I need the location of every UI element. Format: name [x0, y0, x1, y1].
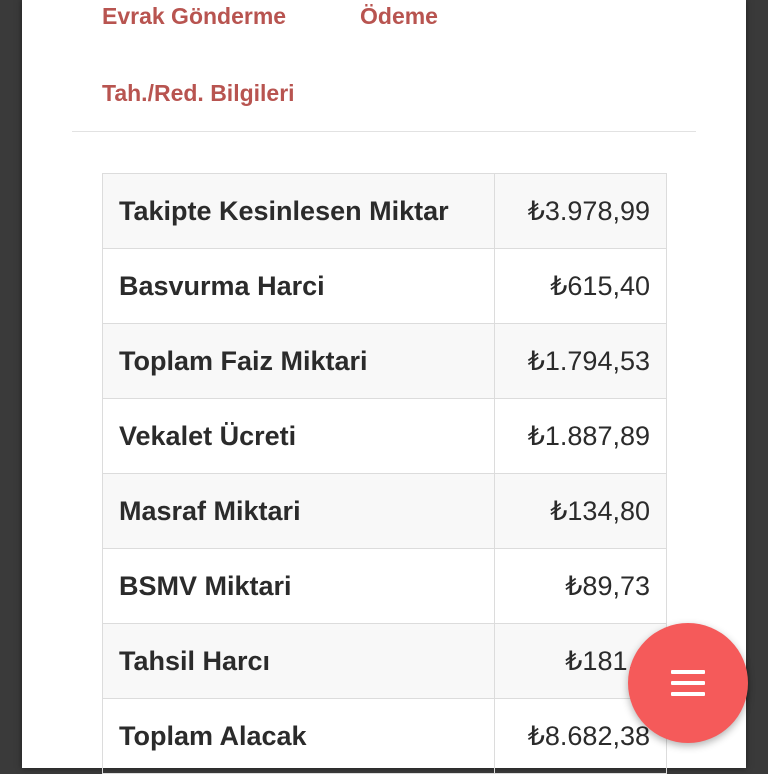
row-label: Toplam Faiz Miktari — [101, 323, 496, 399]
tab-tahsilat-red-bilgileri[interactable]: Tah./Red. Bilgileri — [102, 80, 295, 107]
row-label: BSMV Miktari — [101, 548, 496, 624]
table-row: Toplam Faiz Miktari ₺1.794,53 — [101, 323, 667, 399]
row-label: Vekalet Ücreti — [101, 398, 496, 474]
table-row: Toplam Alacak ₺8.682,38 — [101, 698, 667, 774]
menu-icon-bar — [671, 692, 705, 696]
menu-icon-bar — [671, 670, 705, 674]
table-row: Vekalet Ücreti ₺1.887,89 — [101, 398, 667, 474]
tab-odeme[interactable]: Ödeme — [360, 3, 438, 30]
row-value: ₺1.887,89 — [494, 398, 667, 474]
row-value: ₺89,73 — [494, 548, 667, 624]
tab-links: Evrak Gönderme Ödeme Tah./Red. Bilgileri — [102, 0, 702, 130]
row-value: ₺1.794,53 — [494, 323, 667, 399]
table-row: Takipte Kesinlesen Miktar ₺3.978,99 — [101, 173, 667, 249]
floating-menu-button[interactable] — [628, 623, 748, 743]
amount-summary-table: Takipte Kesinlesen Miktar ₺3.978,99 Basv… — [101, 173, 667, 774]
row-label: Basvurma Harci — [101, 248, 496, 324]
table-row: Masraf Miktari ₺134,80 — [101, 473, 667, 549]
row-label: Masraf Miktari — [101, 473, 496, 549]
table-row: Tahsil Harcı ₺181,0 — [101, 623, 667, 699]
table-row: Basvurma Harci ₺615,40 — [101, 248, 667, 324]
row-value: ₺615,40 — [494, 248, 667, 324]
tab-evrak-gonderme[interactable]: Evrak Gönderme — [102, 3, 286, 30]
row-value: ₺134,80 — [494, 473, 667, 549]
table-row: BSMV Miktari ₺89,73 — [101, 548, 667, 624]
row-label: Toplam Alacak — [101, 698, 496, 774]
tabs-divider — [72, 131, 696, 132]
row-label: Tahsil Harcı — [101, 623, 496, 699]
row-label: Takipte Kesinlesen Miktar — [101, 173, 496, 249]
menu-icon-bar — [671, 681, 705, 685]
row-value: ₺3.978,99 — [494, 173, 667, 249]
